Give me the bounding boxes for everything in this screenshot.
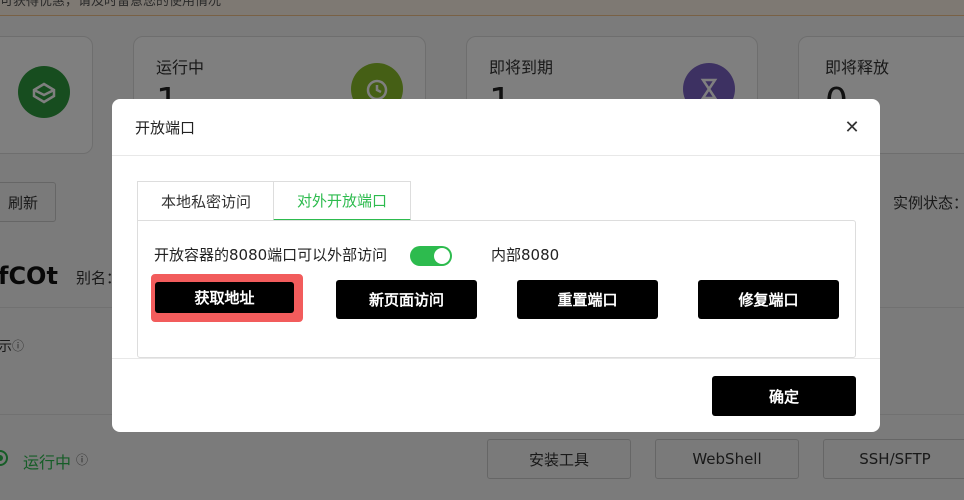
internal-port-label: 内部8080: [491, 246, 560, 264]
dialog-header: 开放端口 ✕: [112, 99, 880, 156]
reset-port-button[interactable]: 重置端口: [517, 280, 658, 319]
toggle-knob: [434, 248, 450, 264]
open-new-page-button[interactable]: 新页面访问: [336, 280, 477, 319]
port-description: 开放容器的8080端口可以外部访问: [154, 246, 388, 264]
tab-local-private-access[interactable]: 本地私密访问: [137, 181, 274, 221]
open-port-dialog: 开放端口 ✕ 本地私密访问 对外开放端口 开放容器的8080端口可以外部访问 内…: [112, 99, 880, 432]
dialog-title: 开放端口: [135, 119, 196, 137]
tab-panel: 开放容器的8080端口可以外部访问 内部8080 获取地址 新页面访问 重置端口…: [137, 220, 856, 358]
repair-port-button[interactable]: 修复端口: [698, 280, 839, 319]
footer-divider: [112, 358, 880, 359]
tab-open-external-port[interactable]: 对外开放端口: [273, 181, 411, 221]
confirm-button[interactable]: 确定: [712, 376, 856, 416]
get-address-button[interactable]: 获取地址: [155, 282, 294, 313]
close-icon[interactable]: ✕: [842, 118, 862, 138]
external-access-toggle[interactable]: [410, 246, 452, 266]
